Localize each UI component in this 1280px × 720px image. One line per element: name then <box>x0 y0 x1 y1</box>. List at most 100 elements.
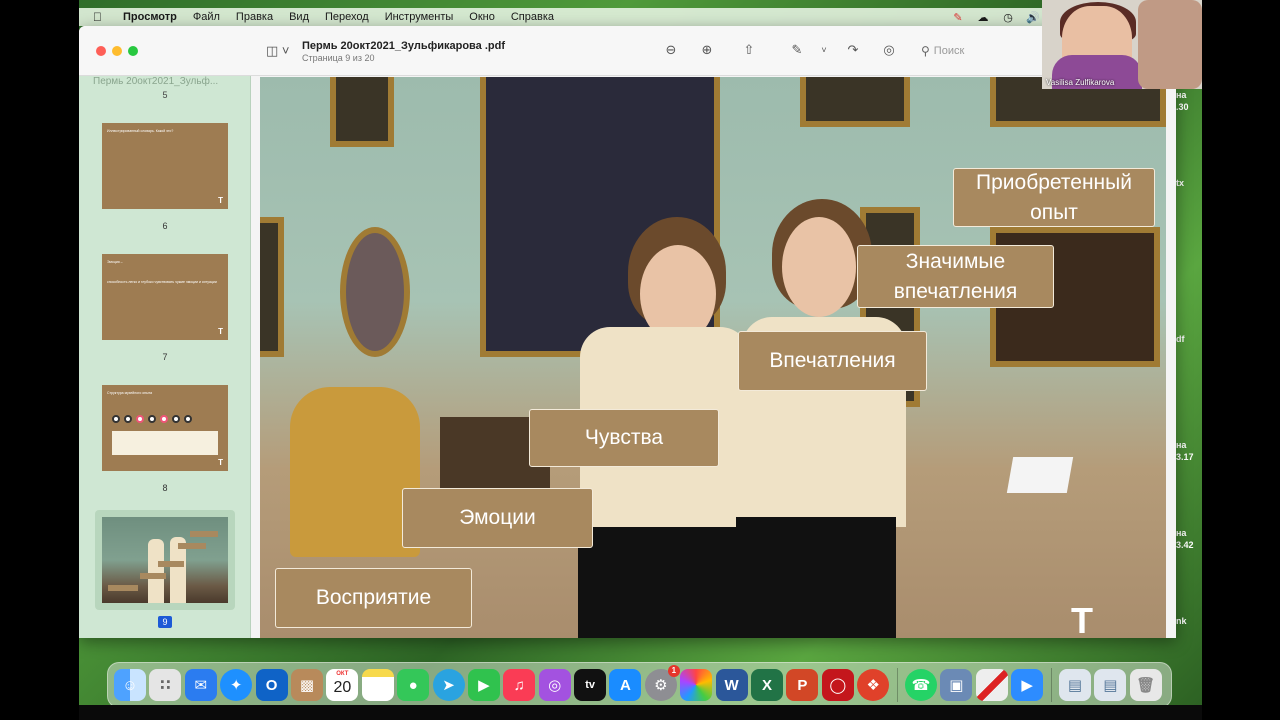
notebook-icon[interactable]: ▩ <box>290 669 323 701</box>
share-icon[interactable]: ⇧ <box>740 41 758 59</box>
system-preferences-icon[interactable]: ⚙ 1 <box>644 665 680 701</box>
page-indicator: Страница 9 из 20 <box>302 53 375 63</box>
video-call-tile[interactable]: Vasilisa Zulfikarova <box>1042 0 1202 89</box>
thumb-label <box>108 585 138 591</box>
preview-icon[interactable]: ▣ <box>940 669 973 701</box>
thumbnail-sidebar: Пермь 20окт2021_Зульф... 5 Иллюстрирован… <box>79 76 251 638</box>
security-shield-icon[interactable]: ◯ <box>821 669 854 701</box>
thumb-heading: Иллюстрированный словарь. Какой это? <box>107 129 174 133</box>
thumb-page-number: 7 <box>162 352 168 362</box>
notification-badge: 1 <box>667 665 680 677</box>
dock-separator <box>896 668 898 702</box>
calendar-icon[interactable]: ОКТ 20 <box>326 669 359 701</box>
menu-help[interactable]: Справка <box>511 11 554 23</box>
menu-app-name[interactable]: Просмотр <box>123 11 177 23</box>
zoom-icon[interactable]: ▶ <box>1011 669 1044 701</box>
music-icon[interactable]: ♫ <box>503 669 536 701</box>
menu-go[interactable]: Переход <box>325 11 369 23</box>
rotate-icon[interactable]: ↷ <box>844 41 862 59</box>
girl-skirt <box>736 517 896 638</box>
markup-pen-icon[interactable]: ✎ <box>788 41 806 59</box>
calendar-day: 20 <box>333 679 352 696</box>
side-note: 3.17 <box>1176 452 1194 462</box>
menu-window[interactable]: Окно <box>469 11 495 23</box>
mail-icon[interactable]: ✉ <box>184 669 217 701</box>
yandex-icon[interactable]: ❖ <box>857 669 890 701</box>
cloud-icon[interactable]: ☁ <box>976 11 990 24</box>
volume-icon[interactable]: 🔊 <box>1026 11 1040 24</box>
chevron-down-icon[interactable]: ˅ <box>815 41 833 59</box>
sidebar-toggle-icon[interactable]: ◫ ˅ <box>266 43 290 59</box>
documents-stack-icon[interactable]: ▤ <box>1094 669 1127 701</box>
desktop:  Просмотр Файл Правка Вид Переход Инстр… <box>79 0 1202 720</box>
outlook-icon[interactable]: O <box>255 669 288 701</box>
markup-toolbar-icon[interactable]: ◎ <box>880 41 898 59</box>
photos-icon[interactable] <box>680 669 713 701</box>
thumbnail-page-7[interactable]: Эмоция – способность легко и глубоко чув… <box>102 254 228 340</box>
thumb-box <box>112 431 218 455</box>
thumb-figure <box>148 539 164 603</box>
slide-page-9: Приобретенный опыт Значимые впечатления … <box>260 77 1166 638</box>
launchpad-icon[interactable]: ∷ <box>149 669 182 701</box>
thumb-label <box>140 573 166 579</box>
label-emotions: Эмоции <box>402 488 593 548</box>
word-icon[interactable]: W <box>715 669 748 701</box>
thumb-page-number: 5 <box>162 90 168 100</box>
minimize-button[interactable] <box>112 46 122 56</box>
close-button[interactable] <box>96 46 106 56</box>
thumb-heading: Эмоция – <box>107 260 123 264</box>
thumb-page-number: 8 <box>162 483 168 493</box>
menu-file[interactable]: Файл <box>193 11 220 23</box>
side-note: tx <box>1176 178 1185 188</box>
menu-edit[interactable]: Правка <box>236 11 273 23</box>
downloads-stack-icon[interactable]: ▤ <box>1058 669 1091 701</box>
app-store-icon[interactable]: A <box>609 669 642 701</box>
label-significant-impressions: Значимые впечатления <box>857 245 1054 308</box>
pen-tablet-icon[interactable]: ✎ <box>951 11 965 24</box>
painting <box>340 227 410 357</box>
search-field[interactable]: ⚲ Поиск <box>921 42 964 60</box>
menu-tools[interactable]: Инструменты <box>385 11 454 23</box>
telegram-icon[interactable]: ➤ <box>432 669 465 701</box>
notes-icon[interactable] <box>361 669 394 701</box>
thumb-label <box>178 543 206 549</box>
zoom-out-icon[interactable]: ⊖ <box>662 41 680 59</box>
thumbnail-page-8[interactable]: Структура музейного опыта Т <box>102 385 228 471</box>
dock-separator <box>1050 668 1052 702</box>
thumbnail-page-6[interactable]: Иллюстрированный словарь. Какой это? Т <box>102 123 228 209</box>
menu-view[interactable]: Вид <box>289 11 309 23</box>
thumb-heading: Структура музейного опыта <box>107 391 153 395</box>
thumb-timeline <box>112 415 218 423</box>
girl-face <box>782 217 856 317</box>
dock: ☺ ∷ ✉ ✦ O ▩ ОКТ 20 ● ➤ ▶ ♫ ◎ tv A ⚙ 1 W … <box>107 662 1172 708</box>
maximize-button[interactable] <box>128 46 138 56</box>
apple-tv-icon[interactable]: tv <box>574 669 607 701</box>
whatsapp-icon[interactable]: ☎ <box>904 669 937 701</box>
preview-window: ◫ ˅ Пермь 20окт2021_Зульфикарова .pdf Ст… <box>79 26 1176 638</box>
apple-icon[interactable]:  <box>93 10 107 24</box>
thumb-body: способность легко и глубоко чувствовать … <box>107 280 217 284</box>
finder-icon[interactable]: ☺ <box>114 669 146 701</box>
side-note: df <box>1176 334 1185 344</box>
search-icon: ⚲ <box>921 44 930 58</box>
menu-bar:  Просмотр Файл Правка Вид Переход Инстр… <box>79 8 1202 26</box>
time-machine-icon[interactable]: ◷ <box>1001 11 1015 24</box>
trash-icon[interactable]: 🗑 <box>1129 669 1162 701</box>
safari-icon[interactable]: ✦ <box>220 669 253 701</box>
document-title: Пермь 20окт2021_Зульфикарова .pdf <box>302 40 506 52</box>
participant-name: Vasilisa Zulfikarova <box>1046 78 1115 87</box>
thumbnail-page-9[interactable] <box>102 517 228 603</box>
painting <box>330 77 394 147</box>
side-note: .30 <box>1176 102 1189 112</box>
label-impressions: Впечатления <box>738 331 927 391</box>
excel-icon[interactable]: X <box>751 669 784 701</box>
powerpoint-icon[interactable]: P <box>786 669 819 701</box>
messages-icon[interactable]: ● <box>397 669 430 701</box>
facetime-icon[interactable]: ▶ <box>467 669 500 701</box>
logo-icon: Т <box>218 458 223 467</box>
tool-icon[interactable] <box>975 669 1008 701</box>
gilded-chair <box>290 387 420 557</box>
podcasts-icon[interactable]: ◎ <box>538 669 571 701</box>
label-perception: Восприятие <box>275 568 472 628</box>
zoom-in-icon[interactable]: ⊕ <box>698 41 716 59</box>
